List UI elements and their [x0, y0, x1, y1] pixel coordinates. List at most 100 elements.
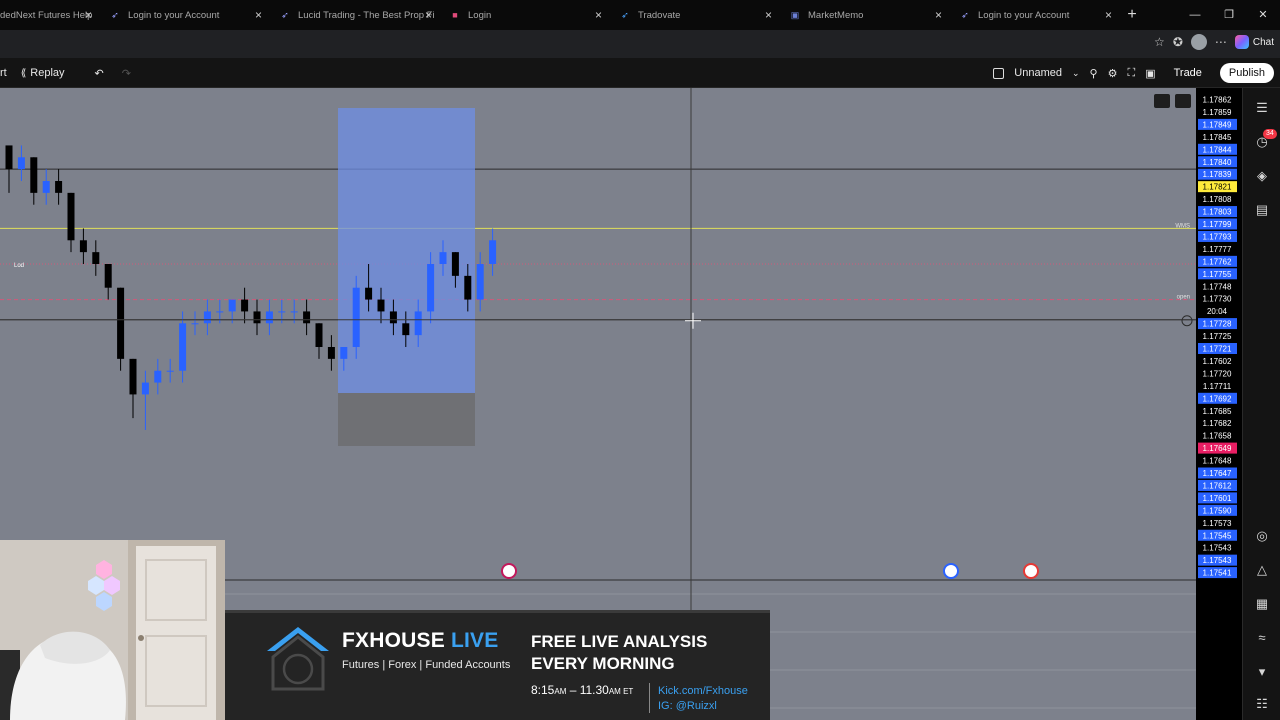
banner-am-end: AM: [608, 687, 621, 696]
new-tab-button[interactable]: +: [1120, 0, 1144, 30]
price-label-text: 1.17725: [1203, 332, 1232, 341]
tab-favicon-icon: ➶: [961, 10, 969, 20]
stream-banner: FXHOUSE LIVE Futures | Forex | Funded Ac…: [225, 610, 770, 720]
tab-favicon-icon: ➶: [621, 10, 629, 20]
scroll-to-latest-button[interactable]: [1154, 94, 1170, 108]
browser-tab[interactable]: ■ Login ×: [440, 0, 610, 30]
quick-search-icon[interactable]: ⚲: [1090, 67, 1098, 80]
chat-button[interactable]: Chat: [1234, 35, 1274, 49]
banner-brand: FXHOUSE: [342, 629, 445, 652]
candle-body: [241, 299, 249, 312]
chat-icon[interactable]: ▤: [1252, 200, 1272, 220]
tab-close-icon[interactable]: ×: [935, 8, 942, 22]
candle-body: [154, 370, 162, 383]
browser-tab[interactable]: ➶ Tradovate ×: [610, 0, 780, 30]
settings-icon[interactable]: ⚙: [1108, 67, 1118, 80]
target-icon[interactable]: ◎: [1252, 526, 1272, 546]
watchlist-icon[interactable]: ☰: [1252, 98, 1272, 118]
fullscreen-icon[interactable]: ⛶: [1127, 67, 1135, 80]
minimize-icon[interactable]: —: [1178, 0, 1212, 30]
tab-label: Login: [468, 9, 492, 21]
apps-grid-icon[interactable]: ☷: [1252, 694, 1272, 714]
banner-headline: FREE LIVE ANALYSIS EVERY MORNING: [531, 631, 707, 675]
banner-am-start: AM: [554, 687, 567, 696]
favorites-icon[interactable]: ✪: [1173, 35, 1183, 49]
candle-body: [253, 311, 261, 324]
price-label-text: 1.17647: [1203, 469, 1232, 478]
trade-button[interactable]: Trade: [1166, 64, 1210, 82]
candle-body: [340, 347, 348, 359]
reset-chart-button[interactable]: [1175, 94, 1191, 108]
tab-close-icon[interactable]: ×: [595, 8, 602, 22]
webcam-image: [0, 540, 225, 720]
price-label: 1.17777: [1198, 243, 1237, 255]
price-label-text: 1.17862: [1203, 96, 1232, 105]
candle-body: [117, 287, 125, 359]
price-label: 1.17543: [1198, 542, 1237, 554]
candle-body: [451, 252, 459, 276]
economic-event-icon[interactable]: [1023, 563, 1039, 579]
candle-body: [67, 192, 75, 241]
candle-body: [389, 311, 397, 324]
candle-body: [402, 323, 410, 336]
price-label: 1.17601: [1198, 492, 1237, 504]
browser-tab[interactable]: ➶ Login to your Account ×: [950, 0, 1120, 30]
price-label-text: 1.17543: [1203, 544, 1232, 553]
price-label-text: 1.17755: [1203, 270, 1232, 279]
tab-close-icon[interactable]: ×: [1105, 8, 1112, 22]
close-window-icon[interactable]: ✕: [1246, 0, 1280, 30]
notifications-icon[interactable]: ▾: [1252, 662, 1272, 682]
price-label-text: 1.17541: [1203, 569, 1232, 578]
chat-label: Chat: [1252, 36, 1274, 48]
candle-body: [303, 311, 311, 324]
tab-favicon-icon: ➶: [281, 10, 289, 20]
browser-tab[interactable]: ➶ Login to your Account ×: [100, 0, 270, 30]
economic-event-icon[interactable]: [501, 563, 517, 579]
browser-tab[interactable]: fdedNext Futures Help×: [0, 0, 100, 30]
tab-close-icon[interactable]: ×: [765, 8, 772, 22]
maximize-icon[interactable]: ❐: [1212, 0, 1246, 30]
toolbar-cut-label[interactable]: rt: [0, 67, 7, 79]
candle-body: [315, 323, 323, 347]
candle-body: [203, 311, 211, 324]
price-label: 1.17647: [1198, 467, 1237, 479]
horizontal-line-label: Lod: [14, 263, 24, 269]
browser-tab[interactable]: ▣ MarketMemo ×: [780, 0, 950, 30]
tab-close-icon[interactable]: ×: [85, 8, 92, 22]
more-menu-icon[interactable]: ⋯: [1215, 35, 1227, 49]
webcam-overlay: [0, 540, 225, 720]
layout-name[interactable]: Unnamed: [1014, 67, 1062, 79]
star-icon[interactable]: ☆: [1154, 35, 1165, 49]
camera-icon[interactable]: ▣: [1145, 67, 1155, 80]
replay-button[interactable]: Replay: [30, 67, 64, 79]
long-position-stop-zone[interactable]: [338, 393, 475, 446]
tab-label: Login to your Account: [128, 9, 220, 21]
undo-icon[interactable]: ↶: [95, 67, 104, 80]
broadcast-icon[interactable]: ≈: [1252, 628, 1272, 648]
chevron-down-icon[interactable]: ⌄: [1072, 68, 1080, 79]
candle-body: [17, 157, 25, 170]
long-position-profit-zone[interactable]: [338, 108, 475, 393]
browser-tab[interactable]: ➶ Lucid Trading - The Best Prop Fi ×: [270, 0, 440, 30]
price-label-text: 1.17720: [1203, 369, 1232, 378]
profile-avatar[interactable]: [1190, 34, 1207, 50]
publish-button[interactable]: Publish: [1219, 63, 1274, 83]
right-sidebar: ☰ ◷ 34 ◈ ▤ ◎ △ ▦ ≈ ▾ ☷: [1242, 88, 1280, 720]
calendar-icon[interactable]: ▦: [1252, 594, 1272, 614]
banner-time-start: 8:15: [531, 683, 555, 697]
candle-body: [278, 311, 286, 313]
tab-close-icon[interactable]: ×: [255, 8, 262, 22]
price-label: 1.17840: [1198, 156, 1237, 168]
price-label-text: 1.17845: [1203, 133, 1232, 142]
layout-icon[interactable]: [993, 67, 1005, 79]
price-label-text: 1.17648: [1203, 457, 1232, 466]
economic-event-icon[interactable]: [943, 563, 959, 579]
trend-icon[interactable]: △: [1252, 560, 1272, 580]
redo-icon[interactable]: ↷: [122, 67, 131, 80]
tab-close-icon[interactable]: ×: [425, 8, 432, 22]
price-label-text: 1.17803: [1203, 208, 1232, 217]
price-label-text: 1.17730: [1203, 295, 1232, 304]
price-label: 1.17844: [1198, 143, 1237, 155]
layers-icon[interactable]: ◈: [1252, 166, 1272, 186]
price-label-text: 1.17545: [1203, 531, 1232, 540]
